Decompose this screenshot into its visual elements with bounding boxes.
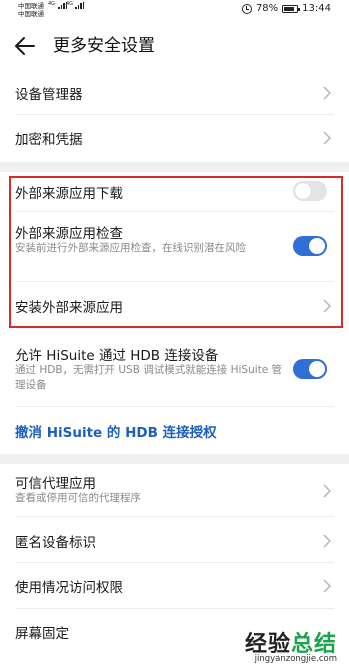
app-bar: 更多安全设置: [0, 22, 349, 70]
chevron-right-icon: [323, 533, 332, 548]
chevron-right-icon: [323, 130, 332, 145]
clock: 13:44: [302, 3, 331, 14]
anonymous-device-id-label: 匿名设备标识: [15, 535, 96, 551]
alarm-icon: [241, 3, 252, 14]
network-type-label: 4G: [66, 1, 74, 7]
encryption-credentials-label: 加密和凭据: [15, 132, 83, 148]
trusted-agents-item[interactable]: 可信代理应用 查看或停用可信的代理程序: [0, 464, 349, 516]
battery-percent: 78%: [255, 3, 279, 14]
hisuite-hdb-description: 通过 HDB，无需打开 USB 调试模式就能连接 HiSuite 管理设备: [15, 364, 283, 391]
section-gap: [0, 454, 349, 464]
chevron-right-icon: [323, 298, 332, 313]
battery-icon: [282, 4, 301, 13]
chevron-right-icon: [323, 85, 332, 100]
external-source-check-toggle[interactable]: [293, 236, 327, 256]
back-button[interactable]: [12, 34, 38, 58]
trusted-agents-description: 查看或停用可信的代理程序: [15, 492, 141, 504]
hisuite-hdb-label: 允许 HiSuite 通过 HDB 连接设备: [15, 348, 219, 364]
revoke-hisuite-item[interactable]: 撤消 HiSuite 的 HDB 连接授权: [0, 407, 349, 451]
trusted-agents-label: 可信代理应用: [15, 476, 96, 492]
hisuite-hdb-toggle[interactable]: [293, 359, 327, 379]
device-manager-label: 设备管理器: [15, 87, 83, 103]
network-type-label: 4G: [48, 1, 56, 7]
external-source-download-label: 外部来源应用下载: [15, 186, 123, 202]
signal-icon: [75, 2, 84, 9]
back-arrow-icon: [15, 37, 35, 55]
carrier-label: 中国联通: [18, 10, 44, 18]
battery-fill: [284, 6, 294, 11]
usage-access-label: 使用情况访问权限: [15, 580, 123, 596]
anonymous-device-id-item[interactable]: 匿名设备标识: [0, 517, 349, 561]
revoke-hisuite-link[interactable]: 撤消 HiSuite 的 HDB 连接授权: [15, 421, 217, 441]
status-bar: 中国联通 中国联通 4G 4G 78% 13:44: [0, 0, 349, 22]
chevron-right-icon: [323, 578, 332, 593]
external-source-check-label: 外部来源应用检查: [15, 226, 123, 242]
screen-pinning-label: 屏幕固定: [15, 626, 69, 642]
usage-access-item[interactable]: 使用情况访问权限: [0, 563, 349, 607]
carrier-label: 中国联通: [18, 2, 44, 10]
watermark-url: jingyanzongjie.com: [254, 654, 337, 664]
toggle-knob: [295, 183, 311, 199]
install-external-source-item[interactable]: 安装外部来源应用: [0, 282, 349, 326]
toggle-knob: [309, 238, 325, 254]
page-title: 更多安全设置: [53, 36, 155, 56]
external-source-check-item[interactable]: 外部来源应用检查 安装前进行外部来源应用检查，在线识别潜在风险: [0, 212, 349, 280]
external-source-check-description: 安装前进行外部来源应用检查，在线识别潜在风险: [15, 242, 246, 254]
encryption-credentials-item[interactable]: 加密和凭据: [0, 115, 349, 159]
section-gap: [0, 162, 349, 172]
external-source-download-item[interactable]: 外部来源应用下载: [0, 175, 349, 211]
toggle-knob: [309, 361, 325, 377]
external-source-download-toggle[interactable]: [293, 181, 327, 201]
device-manager-item[interactable]: 设备管理器: [0, 70, 349, 114]
chevron-right-icon: [323, 483, 332, 498]
watermark-logo: 经验总结 jingyanzongjie.com: [217, 626, 337, 666]
install-external-source-label: 安装外部来源应用: [15, 300, 123, 316]
hisuite-hdb-item[interactable]: 允许 HiSuite 通过 HDB 连接设备 通过 HDB，无需打开 USB 调…: [0, 335, 349, 405]
